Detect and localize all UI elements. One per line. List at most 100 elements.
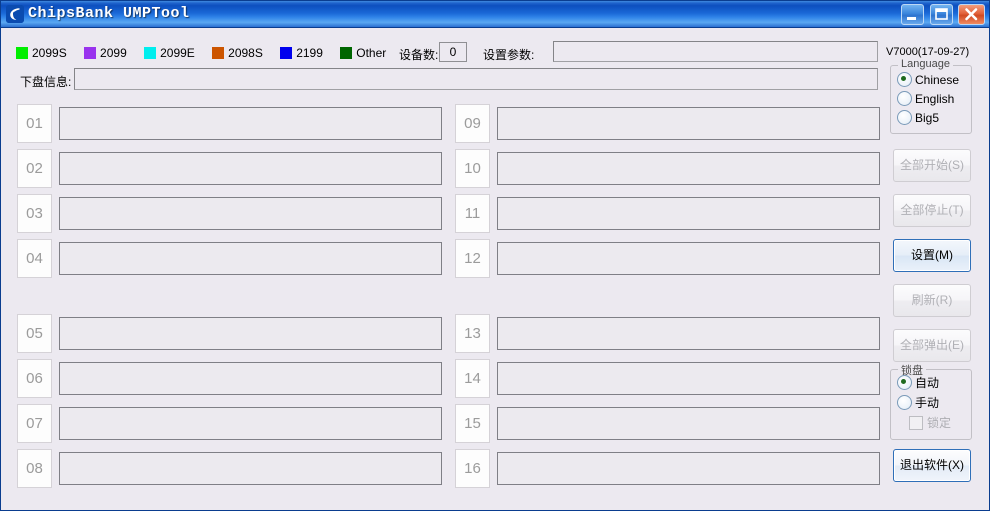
device-count-value: 0 [439,42,467,62]
slot-07[interactable]: 07 [17,404,442,443]
lock-mode-groupbox: 锁盘 自动 手动 锁定 [890,362,972,440]
eject-all-button[interactable]: 全部弹出(E) [893,329,971,362]
refresh-label: 刷新(R) [911,293,953,307]
slot-14[interactable]: 14 [455,359,880,398]
radio-lock-auto[interactable]: 自动 [897,375,939,392]
slot-status-panel[interactable] [59,242,442,275]
slot-status-panel[interactable] [59,152,442,185]
radio-label: 手动 [915,396,940,410]
slot-number[interactable]: 01 [17,104,52,143]
legend-item-2099: 2099 [84,45,127,61]
param-input[interactable] [553,41,878,62]
slot-05[interactable]: 05 [17,314,442,353]
slot-number[interactable]: 05 [17,314,52,353]
language-groupbox-title: Language [898,58,953,70]
legend-label: Other [356,46,387,60]
slot-number[interactable]: 12 [455,239,490,278]
slot-status-panel[interactable] [497,362,880,395]
radio-language-big5[interactable]: Big5 [897,110,939,127]
radio-lock-manual[interactable]: 手动 [897,395,939,412]
slot-number[interactable]: 02 [17,149,52,188]
slot-10[interactable]: 10 [455,149,880,188]
slot-status-panel[interactable] [497,152,880,185]
slot-number[interactable]: 09 [455,104,490,143]
legend-swatch-icon [144,47,157,59]
radio-unselected-icon[interactable] [897,91,912,106]
radio-unselected-icon[interactable] [897,395,912,410]
minimize-button[interactable] [901,4,925,25]
slot-13[interactable]: 13 [455,314,880,353]
slot-number[interactable]: 08 [17,449,52,488]
radio-label: English [915,92,955,106]
radio-language-english[interactable]: English [897,91,954,108]
disk-info-input[interactable] [74,68,878,90]
slot-status-panel[interactable] [59,107,442,140]
slot-status-panel[interactable] [497,197,880,230]
slot-number[interactable]: 15 [455,404,490,443]
window-title: ChipsBank UMPTool [28,5,190,22]
radio-selected-icon[interactable] [897,72,912,87]
legend-swatch-icon [212,47,225,59]
slot-number[interactable]: 13 [455,314,490,353]
param-label: 设置参数: [483,48,535,62]
checkbox-lock[interactable]: 锁定 [909,416,951,432]
eject-all-label: 全部弹出(E) [900,338,964,352]
slot-number[interactable]: 04 [17,239,52,278]
settings-button[interactable]: 设置(M) [893,239,971,272]
legend-swatch-icon [280,47,293,59]
start-all-label: 全部开始(S) [900,158,964,172]
slot-status-panel[interactable] [497,242,880,275]
stop-all-button[interactable]: 全部停止(T) [893,194,971,227]
slot-number[interactable]: 06 [17,359,52,398]
slot-number[interactable]: 16 [455,449,490,488]
slot-status-panel[interactable] [59,362,442,395]
radio-selected-icon[interactable] [897,375,912,390]
slot-number[interactable]: 10 [455,149,490,188]
slot-01[interactable]: 01 [17,104,442,143]
language-groupbox: Language Chinese English Big5 [890,58,972,134]
slot-status-panel[interactable] [497,407,880,440]
slot-status-panel[interactable] [59,407,442,440]
chip-type-legend: 2099S 2099 2099E 2098S 2199 Other [16,45,400,61]
slot-16[interactable]: 16 [455,449,880,488]
legend-swatch-icon [84,47,97,59]
device-count-label: 设备数: [399,48,439,62]
slot-status-panel[interactable] [59,317,442,350]
slot-status-panel[interactable] [497,107,880,140]
radio-unselected-icon[interactable] [897,110,912,125]
slot-status-panel[interactable] [59,197,442,230]
slot-03[interactable]: 03 [17,194,442,233]
slot-15[interactable]: 15 [455,404,880,443]
slot-status-panel[interactable] [59,452,442,485]
slot-04[interactable]: 04 [17,239,442,278]
checkbox-unchecked-icon[interactable] [909,416,923,430]
slot-number[interactable]: 03 [17,194,52,233]
exit-button[interactable]: 退出软件(X) [893,449,971,482]
radio-language-chinese[interactable]: Chinese [897,72,959,89]
slot-06[interactable]: 06 [17,359,442,398]
slot-number[interactable]: 11 [455,194,490,233]
settings-label: 设置(M) [911,248,953,262]
legend-swatch-icon [340,47,353,59]
chipsbank-umptool-window: ChipsBank UMPTool 2099S 2099 2099E 2098S… [0,0,990,511]
maximize-button[interactable] [929,4,953,25]
slot-08[interactable]: 08 [17,449,442,488]
stop-all-label: 全部停止(T) [900,203,964,217]
refresh-button[interactable]: 刷新(R) [893,284,971,317]
slot-11[interactable]: 11 [455,194,880,233]
version-label: V7000(17-09-27) [886,46,970,58]
start-all-button[interactable]: 全部开始(S) [893,149,971,182]
title-bar: ChipsBank UMPTool [1,1,989,28]
slot-number[interactable]: 14 [455,359,490,398]
close-button[interactable] [958,4,985,25]
legend-item-2199: 2199 [280,45,323,61]
legend-item-2099s: 2099S [16,45,67,61]
slot-status-panel[interactable] [497,452,880,485]
slot-status-panel[interactable] [497,317,880,350]
checkbox-label: 锁定 [927,416,952,430]
slot-09[interactable]: 09 [455,104,880,143]
slot-02[interactable]: 02 [17,149,442,188]
legend-swatch-icon [16,47,28,59]
slot-number[interactable]: 07 [17,404,52,443]
slot-12[interactable]: 12 [455,239,880,278]
